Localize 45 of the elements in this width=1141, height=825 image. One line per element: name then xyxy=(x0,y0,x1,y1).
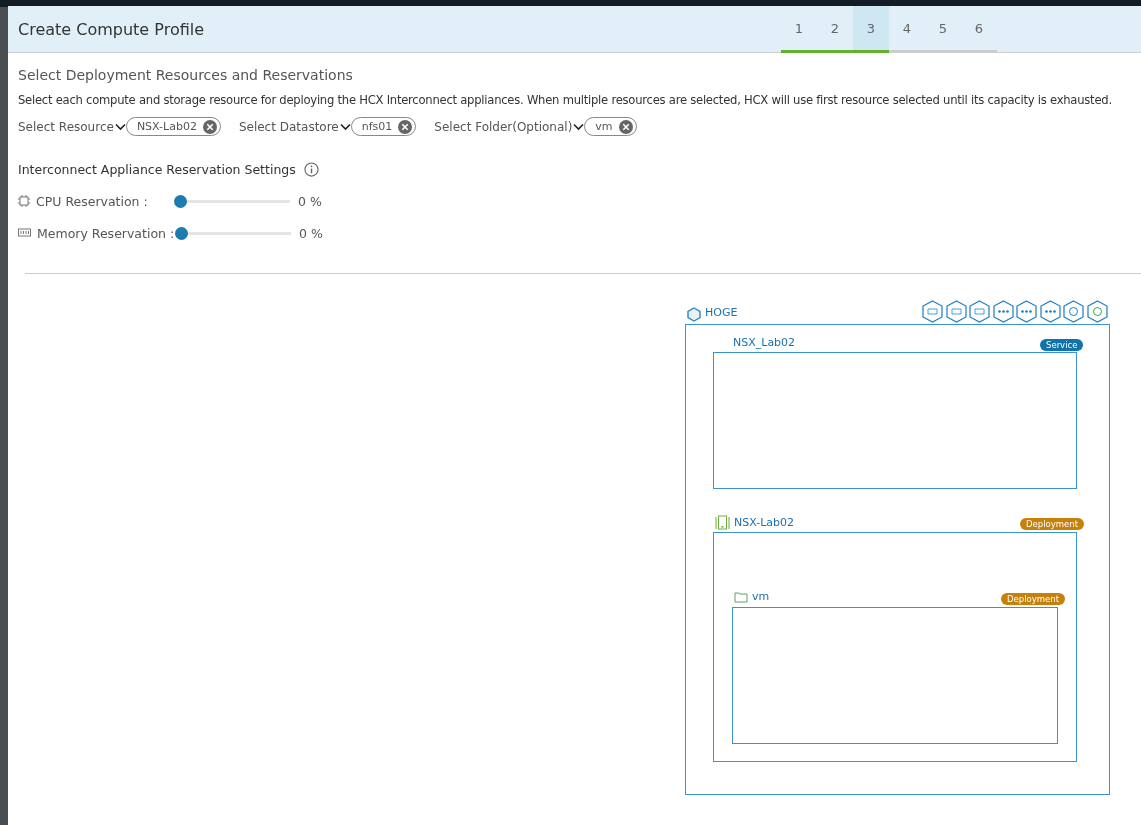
reservation-label: CPU Reservation : xyxy=(36,193,149,209)
remove-icon[interactable] xyxy=(202,119,217,134)
slider-thumb[interactable] xyxy=(174,194,187,208)
chevron-down-icon xyxy=(573,122,585,131)
site-name: HOGE xyxy=(705,306,738,319)
resource-dropdown[interactable]: Select Datastore xyxy=(238,119,351,134)
service-hexagon-icon[interactable] xyxy=(1016,300,1037,323)
section-title: Select Deployment Resources and Reservations xyxy=(18,67,354,83)
resource-dropdown[interactable]: Select Resource xyxy=(18,119,126,134)
service-hexagon-icon[interactable] xyxy=(1063,300,1084,323)
step-tab[interactable]: 3 xyxy=(853,6,889,53)
service-hexagon-icon[interactable] xyxy=(1086,300,1108,323)
role-badge: Service xyxy=(1040,339,1084,351)
chevron-down-icon xyxy=(339,122,351,131)
service-hexagon-icon[interactable] xyxy=(945,300,967,323)
folder-label: vm xyxy=(734,590,770,603)
container-label: NSX-Lab02 xyxy=(715,515,795,530)
service-hexagon-icon[interactable] xyxy=(992,300,1014,323)
memory-icon xyxy=(18,228,31,238)
remove-icon[interactable] xyxy=(398,119,413,134)
cluster-icon xyxy=(715,515,730,530)
info-icon[interactable] xyxy=(303,162,319,177)
step-tab[interactable]: 6 xyxy=(961,6,997,53)
reservation-value: 0 % xyxy=(298,193,322,209)
hexagon-icon xyxy=(687,307,701,322)
remove-icon[interactable] xyxy=(618,119,633,134)
service-hexagon-icon[interactable] xyxy=(922,300,943,323)
step-tab[interactable]: 1 xyxy=(781,6,817,53)
reservation-value: 0 % xyxy=(299,225,323,241)
reservation-heading: Interconnect Appliance Reservation Settings xyxy=(18,162,296,177)
step-tab[interactable]: 4 xyxy=(889,6,925,53)
role-badge: Deployment xyxy=(1020,518,1084,530)
slider-thumb[interactable] xyxy=(175,226,188,240)
role-badge: Deployment xyxy=(1001,593,1065,605)
chip-icon xyxy=(18,195,30,207)
dialog-title: Create Compute Profile xyxy=(18,19,205,39)
service-hexagon-icon[interactable] xyxy=(969,300,990,323)
container-label: NSX_Lab02 xyxy=(733,336,796,349)
chevron-down-icon xyxy=(114,122,126,131)
step-tab[interactable]: 5 xyxy=(925,6,961,53)
folder-icon xyxy=(734,590,748,603)
resource-dropdown[interactable]: Select Folder(Optional) xyxy=(434,119,585,134)
service-hexagon-icon[interactable] xyxy=(1039,300,1061,323)
section-description: Select each compute and storage resource for deploying the HCX Interconnect appliances. When multiple resources are selected, HCX will use first resource selected until its capacity is exhausted. xyxy=(18,93,1113,107)
reservation-label: Memory Reservation : xyxy=(37,225,175,241)
